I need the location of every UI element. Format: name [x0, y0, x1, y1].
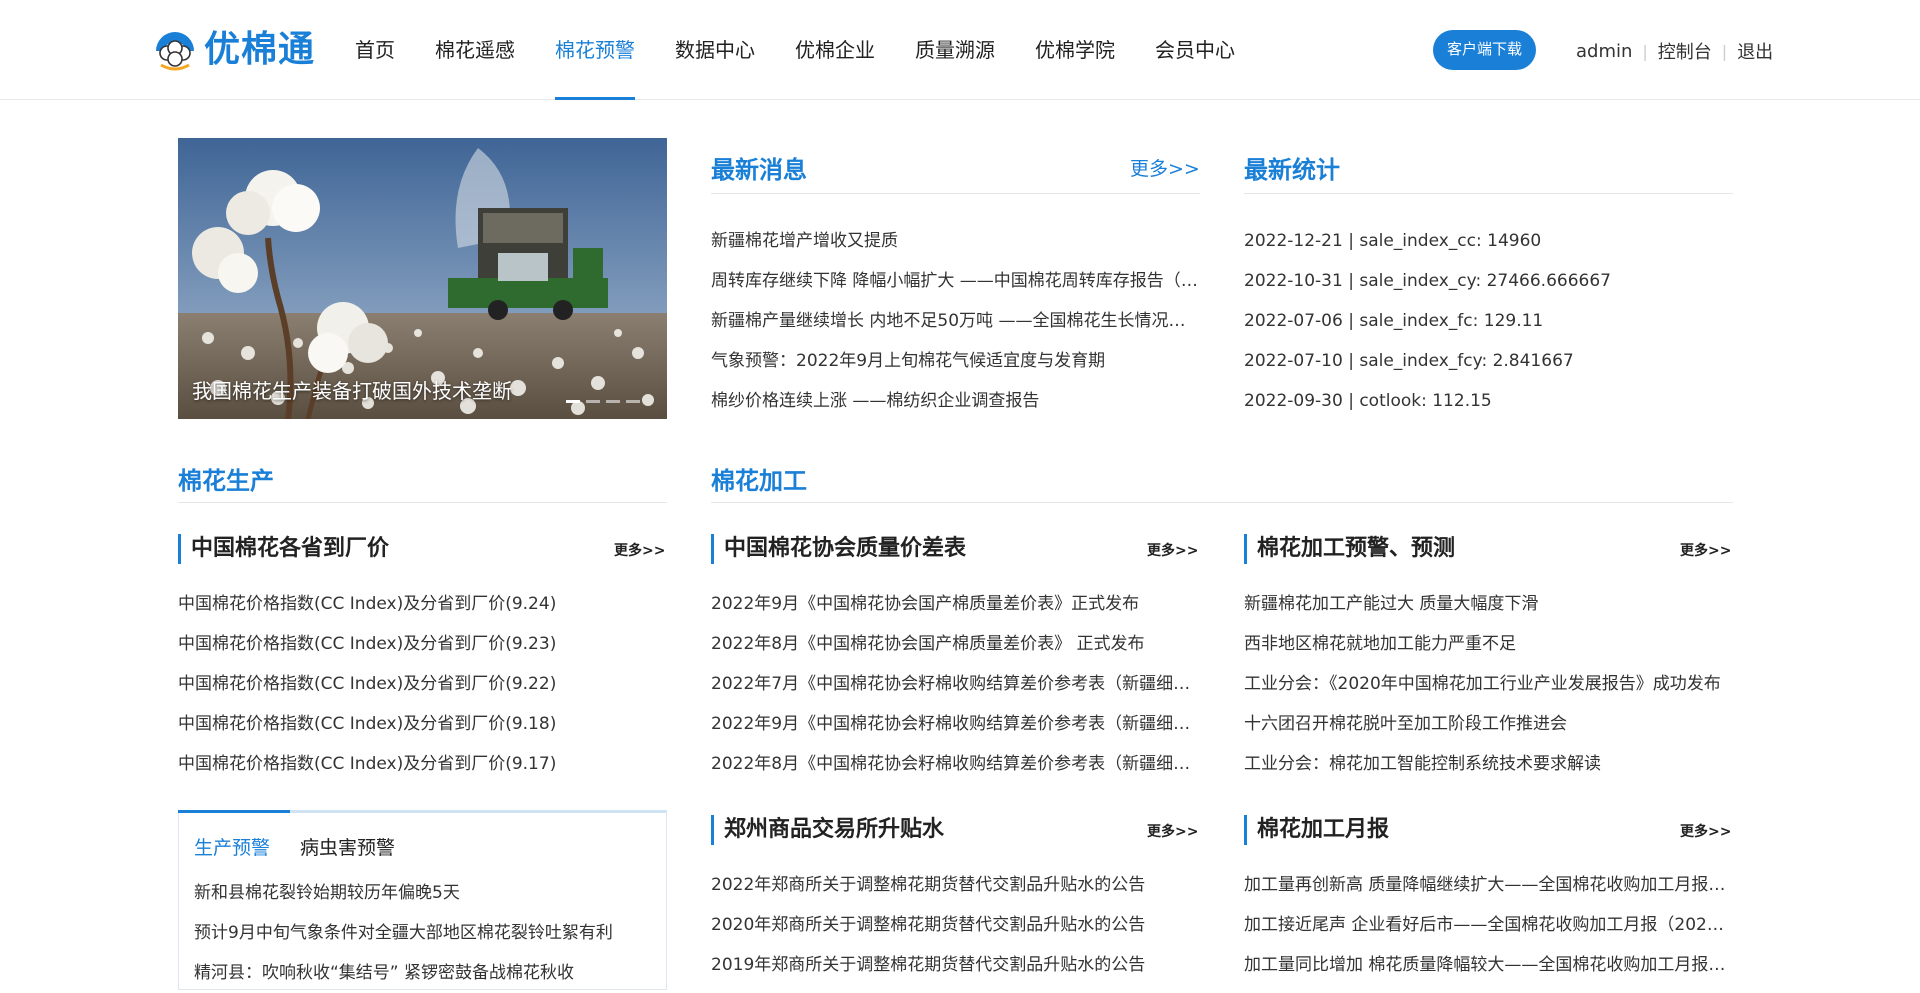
tab-production-warning[interactable]: 生产预警 — [194, 833, 270, 860]
warning-tabs: 生产预警 病虫害预警 — [194, 833, 425, 860]
separator: | — [1721, 41, 1728, 61]
list-item[interactable]: 中国棉花价格指数(CC Index)及分省到厂价(9.22) — [178, 664, 667, 704]
list-item[interactable]: 周转库存继续下降 降幅小幅扩大 ——中国棉花周转库存报告（2022年8月） — [711, 261, 1200, 301]
list-item[interactable]: 中国棉花价格指数(CC Index)及分省到厂价(9.24) — [178, 584, 667, 624]
console-link[interactable]: 控制台 — [1658, 38, 1712, 64]
list-item[interactable]: 2019年郑商所关于调整棉花期货替代交割品升贴水的公告 — [711, 945, 1200, 985]
list-item[interactable]: 2022年8月《中国棉花协会籽棉收购结算差价参考表（新疆细绒棉）》 — [711, 744, 1200, 784]
user-links: admin | 控制台 | 退出 — [1576, 38, 1773, 64]
monthly-report-list: 加工量再创新高 质量降幅继续扩大——全国棉花收购加工月报（2021年12月） 加… — [1244, 865, 1733, 985]
logo-text: 优棉通 — [204, 29, 316, 70]
list-item[interactable]: 西非地区棉花就地加工能力严重不足 — [1244, 624, 1733, 664]
list-item[interactable]: 精河县：吹响秋收“集结号” 紧锣密鼓备战棉花秋收 — [194, 953, 654, 993]
latest-news-title: 最新消息 — [711, 156, 807, 184]
list-item[interactable]: 十六团召开棉花脱叶至加工阶段工作推进会 — [1244, 704, 1733, 744]
carousel-dots — [566, 400, 646, 403]
logo[interactable]: 优棉通 — [152, 25, 315, 75]
province-price-list: 中国棉花价格指数(CC Index)及分省到厂价(9.24) 中国棉花价格指数(… — [178, 584, 667, 784]
warning-list: 新和县棉花裂铃始期较历年偏晚5天 预计9月中旬气象条件对全疆大部地区棉花裂铃吐絮… — [194, 873, 654, 993]
warning-tab-panel: 生产预警 病虫害预警 新和县棉花裂铃始期较历年偏晚5天 预计9月中旬气象条件对全… — [178, 810, 667, 990]
divider — [711, 502, 1733, 503]
list-item[interactable]: 2022-07-06 | sale_index_fc: 129.11 — [1244, 301, 1733, 341]
separator: | — [1642, 41, 1648, 61]
list-item[interactable]: 新和县棉花裂铃始期较历年偏晚5天 — [194, 873, 654, 913]
list-item[interactable]: 工业分会：棉花加工智能控制系统技术要求解读 — [1244, 744, 1733, 784]
carousel-dot[interactable] — [606, 400, 620, 403]
nav-item-enterprise[interactable]: 优棉企业 — [795, 0, 875, 100]
list-item[interactable]: 中国棉花价格指数(CC Index)及分省到厂价(9.23) — [178, 624, 667, 664]
nav-item-warning[interactable]: 棉花预警 — [555, 0, 635, 100]
cotton-production-title: 棉花生产 — [178, 467, 274, 495]
list-item[interactable]: 2020年郑商所关于调整棉花期货替代交割品升贴水的公告 — [711, 905, 1200, 945]
nav-item-data-center[interactable]: 数据中心 — [675, 0, 755, 100]
list-item[interactable]: 2022-09-30 | cotlook: 112.15 — [1244, 381, 1733, 421]
news-carousel[interactable]: 我国棉花生产装备打破国外技术垄断 — [178, 138, 667, 419]
top-header: 优棉通 首页 棉花遥感 棉花预警 数据中心 优棉企业 质量溯源 优棉学院 会员中… — [0, 0, 1920, 100]
nav-item-member[interactable]: 会员中心 — [1155, 0, 1235, 100]
list-item[interactable]: 新疆棉花增产增收又提质 — [711, 221, 1200, 261]
user-name-link[interactable]: admin — [1576, 41, 1632, 62]
list-item[interactable]: 2022年郑商所关于调整棉花期货替代交割品升贴水的公告 — [711, 865, 1200, 905]
divider — [711, 193, 1200, 194]
processing-warning-title: 棉花加工预警、预测 — [1244, 534, 1455, 564]
list-item[interactable]: 加工量再创新高 质量降幅继续扩大——全国棉花收购加工月报（2021年12月） — [1244, 865, 1733, 905]
latest-news-more-link[interactable]: 更多>> — [1130, 154, 1200, 181]
list-item[interactable]: 中国棉花价格指数(CC Index)及分省到厂价(9.17) — [178, 744, 667, 784]
list-item[interactable]: 加工接近尾声 企业看好后市——全国棉花收购加工月报（2021年1月） — [1244, 905, 1733, 945]
latest-news-list: 新疆棉花增产增收又提质 周转库存继续下降 降幅小幅扩大 ——中国棉花周转库存报告… — [711, 221, 1200, 421]
list-item[interactable]: 2022年7月《中国棉花协会籽棉收购结算差价参考表（新疆细绒棉）》 — [711, 664, 1200, 704]
carousel-caption[interactable]: 我国棉花生产装备打破国外技术垄断 — [192, 375, 512, 404]
nav-item-remote-sensing[interactable]: 棉花遥感 — [435, 0, 515, 100]
latest-stats-title: 最新统计 — [1244, 156, 1340, 184]
list-item[interactable]: 新疆棉花加工产能过大 质量大幅度下滑 — [1244, 584, 1733, 624]
list-item[interactable]: 2022年8月《中国棉花协会国产棉质量差价表》 正式发布 — [711, 624, 1200, 664]
monthly-report-more-link[interactable]: 更多>> — [1680, 821, 1731, 841]
list-item[interactable]: 2022-07-10 | sale_index_fcy: 2.841667 — [1244, 341, 1733, 381]
processing-warning-list: 新疆棉花加工产能过大 质量大幅度下滑 西非地区棉花就地加工能力严重不足 工业分会… — [1244, 584, 1733, 784]
zce-premium-title: 郑州商品交易所升贴水 — [711, 815, 944, 845]
list-item[interactable]: 工业分会：《2020年中国棉花加工行业产业发展报告》成功发布 — [1244, 664, 1733, 704]
quality-price-list: 2022年9月《中国棉花协会国产棉质量差价表》正式发布 2022年8月《中国棉花… — [711, 584, 1200, 784]
nav-item-home[interactable]: 首页 — [355, 0, 395, 100]
list-item[interactable]: 气象预警：2022年9月上旬棉花气候适宜度与发育期 — [711, 341, 1200, 381]
list-item[interactable]: 新疆棉产量继续增长 内地不足50万吨 ——全国棉花生长情况调查报告 — [711, 301, 1200, 341]
tab-indicator — [178, 810, 290, 813]
client-download-button[interactable]: 客户端下载 — [1433, 30, 1536, 70]
zce-premium-list: 2022年郑商所关于调整棉花期货替代交割品升贴水的公告 2020年郑商所关于调整… — [711, 865, 1200, 985]
logout-link[interactable]: 退出 — [1737, 38, 1773, 64]
list-item[interactable]: 2022-12-21 | sale_index_cc: 14960 — [1244, 221, 1733, 261]
cotton-processing-title: 棉花加工 — [711, 467, 807, 495]
tab-pest-warning[interactable]: 病虫害预警 — [300, 833, 395, 860]
divider — [1244, 193, 1733, 194]
divider — [178, 502, 667, 503]
list-item[interactable]: 加工量同比增加 棉花质量降幅较大——全国棉花收购加工月报（2020年11月） — [1244, 945, 1733, 985]
monthly-report-title: 棉花加工月报 — [1244, 815, 1389, 845]
nav-item-academy[interactable]: 优棉学院 — [1035, 0, 1115, 100]
list-item[interactable]: 预计9月中旬气象条件对全疆大部地区棉花裂铃吐絮有利 — [194, 913, 654, 953]
list-item[interactable]: 棉纱价格连续上涨 ——棉纺织企业调查报告 — [711, 381, 1200, 421]
carousel-dot[interactable] — [626, 400, 640, 403]
carousel-dot[interactable] — [586, 400, 600, 403]
zce-premium-more-link[interactable]: 更多>> — [1147, 821, 1198, 841]
nav-item-traceability[interactable]: 质量溯源 — [915, 0, 995, 100]
latest-stats-list: 2022-12-21 | sale_index_cc: 14960 2022-1… — [1244, 221, 1733, 421]
list-item[interactable]: 中国棉花价格指数(CC Index)及分省到厂价(9.18) — [178, 704, 667, 744]
list-item[interactable]: 2022年9月《中国棉花协会国产棉质量差价表》正式发布 — [711, 584, 1200, 624]
list-item[interactable]: 2022年9月《中国棉花协会籽棉收购结算差价参考表（新疆细绒棉）》 — [711, 704, 1200, 744]
processing-warning-more-link[interactable]: 更多>> — [1680, 540, 1731, 560]
province-price-more-link[interactable]: 更多>> — [614, 540, 665, 560]
cotton-logo-icon — [152, 27, 198, 73]
carousel-dot[interactable] — [566, 400, 580, 403]
list-item[interactable]: 2022-10-31 | sale_index_cy: 27466.666667 — [1244, 261, 1733, 301]
quality-price-more-link[interactable]: 更多>> — [1147, 540, 1198, 560]
province-price-title: 中国棉花各省到厂价 — [178, 534, 389, 564]
main-nav: 首页 棉花遥感 棉花预警 数据中心 优棉企业 质量溯源 优棉学院 会员中心 — [355, 0, 1275, 100]
quality-price-title: 中国棉花协会质量价差表 — [711, 534, 966, 564]
